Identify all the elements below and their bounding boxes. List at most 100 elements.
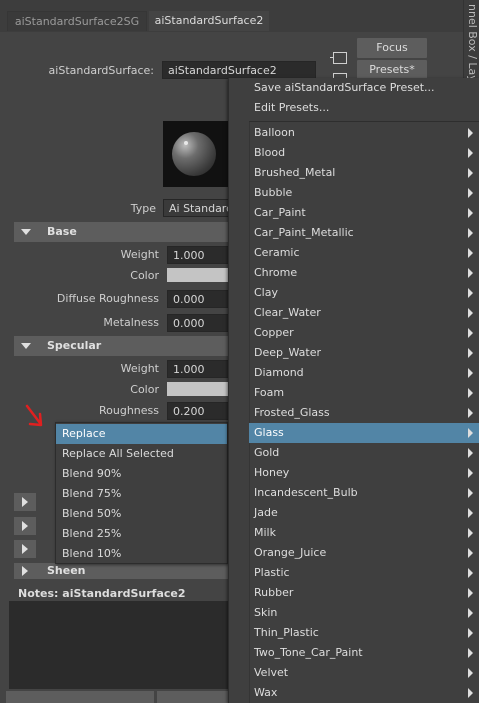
preset-item-car-paint-metallic[interactable]: Car_Paint_Metallic: [229, 223, 479, 243]
collapsed-section-row[interactable]: [14, 517, 36, 535]
preset-item-label: Two_Tone_Car_Paint: [254, 646, 363, 659]
specular-roughness-label: Roughness: [98, 404, 159, 417]
blend-item-10[interactable]: Blend 10%: [56, 544, 227, 564]
section-specular-title: Specular: [47, 339, 102, 352]
submenu-arrow-icon: [468, 128, 473, 138]
edit-presets-item[interactable]: Edit Presets...: [229, 98, 479, 118]
notes-textarea[interactable]: [9, 601, 228, 689]
preset-item-label: Gold: [254, 446, 280, 459]
submenu-arrow-icon: [468, 368, 473, 378]
preset-item-copper[interactable]: Copper: [229, 323, 479, 343]
section-sheen-title: Sheen: [47, 564, 86, 577]
preset-item-diamond[interactable]: Diamond: [229, 363, 479, 383]
preset-item-rubber[interactable]: Rubber: [229, 583, 479, 603]
preset-item-brushed-metal[interactable]: Brushed_Metal: [229, 163, 479, 183]
blend-item-50[interactable]: Blend 50%: [56, 504, 227, 524]
submenu-arrow-icon: [468, 528, 473, 538]
preset-item-two-tone-car-paint[interactable]: Two_Tone_Car_Paint: [229, 643, 479, 663]
submenu-arrow-icon: [468, 168, 473, 178]
expand-triangle-icon: [22, 497, 28, 507]
submenu-arrow-icon: [468, 148, 473, 158]
preset-item-label: Wax: [254, 686, 278, 699]
section-sheen-header[interactable]: Sheen: [14, 563, 230, 579]
tab-shading-group[interactable]: aiStandardSurface2SG: [7, 11, 147, 31]
diffuse-roughness-field[interactable]: 0.000: [167, 290, 229, 308]
preset-item-skin[interactable]: Skin: [229, 603, 479, 623]
presets-button[interactable]: Presets*: [357, 60, 427, 80]
metalness-field[interactable]: 0.000: [167, 314, 229, 332]
preset-item-label: Clear_Water: [254, 306, 321, 319]
preset-item-ceramic[interactable]: Ceramic: [229, 243, 479, 263]
preset-item-orange-juice[interactable]: Orange_Juice: [229, 543, 479, 563]
preset-item-chrome[interactable]: Chrome: [229, 263, 479, 283]
expand-triangle-icon: [22, 566, 28, 576]
preset-item-blood[interactable]: Blood: [229, 143, 479, 163]
preset-item-label: Car_Paint_Metallic: [254, 226, 354, 239]
preset-item-wax[interactable]: Wax: [229, 683, 479, 703]
specular-color-swatch[interactable]: [167, 382, 229, 396]
blend-item-replace-all[interactable]: Replace All Selected: [56, 444, 227, 464]
collapsed-section-row[interactable]: [14, 493, 36, 511]
blend-item-25[interactable]: Blend 25%: [56, 524, 227, 544]
preset-item-jade[interactable]: Jade: [229, 503, 479, 523]
submenu-arrow-icon: [468, 628, 473, 638]
preset-item-honey[interactable]: Honey: [229, 463, 479, 483]
material-swatch[interactable]: [163, 121, 229, 187]
submenu-arrow-icon: [468, 588, 473, 598]
save-preset-item[interactable]: Save aiStandardSurface Preset...: [229, 78, 479, 98]
preset-item-label: Honey: [254, 466, 290, 479]
preset-item-label: Brushed_Metal: [254, 166, 336, 179]
submenu-arrow-icon: [468, 608, 473, 618]
preset-item-glass[interactable]: Glass: [249, 423, 479, 443]
square-select-icon[interactable]: [330, 52, 347, 64]
blend-item-replace[interactable]: Replace: [56, 424, 227, 444]
preset-item-car-paint[interactable]: Car_Paint: [229, 203, 479, 223]
submenu-arrow-icon: [468, 228, 473, 238]
preset-item-gold[interactable]: Gold: [229, 443, 479, 463]
base-weight-label: Weight: [120, 248, 159, 261]
preset-item-label: Balloon: [254, 126, 295, 139]
preset-item-label: Plastic: [254, 566, 290, 579]
preset-item-label: Car_Paint: [254, 206, 306, 219]
preset-item-foam[interactable]: Foam: [229, 383, 479, 403]
tab-standard-surface[interactable]: aiStandardSurface2: [149, 11, 269, 31]
specular-weight-field[interactable]: 1.000: [167, 360, 229, 378]
specular-roughness-field[interactable]: 0.200: [167, 402, 229, 420]
preset-item-balloon[interactable]: Balloon: [229, 123, 479, 143]
preset-item-label: Velvet: [254, 666, 289, 679]
preset-item-bubble[interactable]: Bubble: [229, 183, 479, 203]
focus-button[interactable]: Focus: [357, 38, 427, 58]
preset-item-clay[interactable]: Clay: [229, 283, 479, 303]
preset-item-label: Milk: [254, 526, 276, 539]
bottom-button-left[interactable]: [6, 691, 154, 703]
collapsed-section-row[interactable]: [14, 540, 36, 558]
node-name-field[interactable]: aiStandardSurface2: [162, 61, 316, 79]
submenu-arrow-icon: [468, 428, 473, 438]
preset-item-incandescent-bulb[interactable]: Incandescent_Bulb: [229, 483, 479, 503]
blend-menu: Replace Replace All Selected Blend 90% B…: [55, 422, 228, 564]
submenu-arrow-icon: [468, 408, 473, 418]
preset-item-velvet[interactable]: Velvet: [229, 663, 479, 683]
preset-item-label: Diamond: [254, 366, 304, 379]
blend-item-75[interactable]: Blend 75%: [56, 484, 227, 504]
blend-item-90[interactable]: Blend 90%: [56, 464, 227, 484]
preset-item-deep-water[interactable]: Deep_Water: [229, 343, 479, 363]
notes-node-name: aiStandardSurface2: [62, 587, 186, 600]
preset-item-frosted-glass[interactable]: Frosted_Glass: [229, 403, 479, 423]
section-base-header[interactable]: Base: [14, 222, 230, 242]
base-weight-field[interactable]: 1.000: [167, 246, 229, 264]
preset-item-plastic[interactable]: Plastic: [229, 563, 479, 583]
submenu-arrow-icon: [468, 488, 473, 498]
submenu-arrow-icon: [468, 188, 473, 198]
menu-separator: [249, 121, 479, 122]
section-specular-header[interactable]: Specular: [14, 336, 230, 356]
submenu-arrow-icon: [468, 328, 473, 338]
preset-item-clear-water[interactable]: Clear_Water: [229, 303, 479, 323]
bottom-button-right[interactable]: [157, 691, 229, 703]
preset-item-milk[interactable]: Milk: [229, 523, 479, 543]
submenu-arrow-icon: [468, 648, 473, 658]
collapse-triangle-icon: [21, 343, 31, 349]
preset-item-thin-plastic[interactable]: Thin_Plastic: [229, 623, 479, 643]
type-dropdown[interactable]: Ai Standard: [163, 199, 229, 217]
base-color-swatch[interactable]: [167, 268, 229, 282]
